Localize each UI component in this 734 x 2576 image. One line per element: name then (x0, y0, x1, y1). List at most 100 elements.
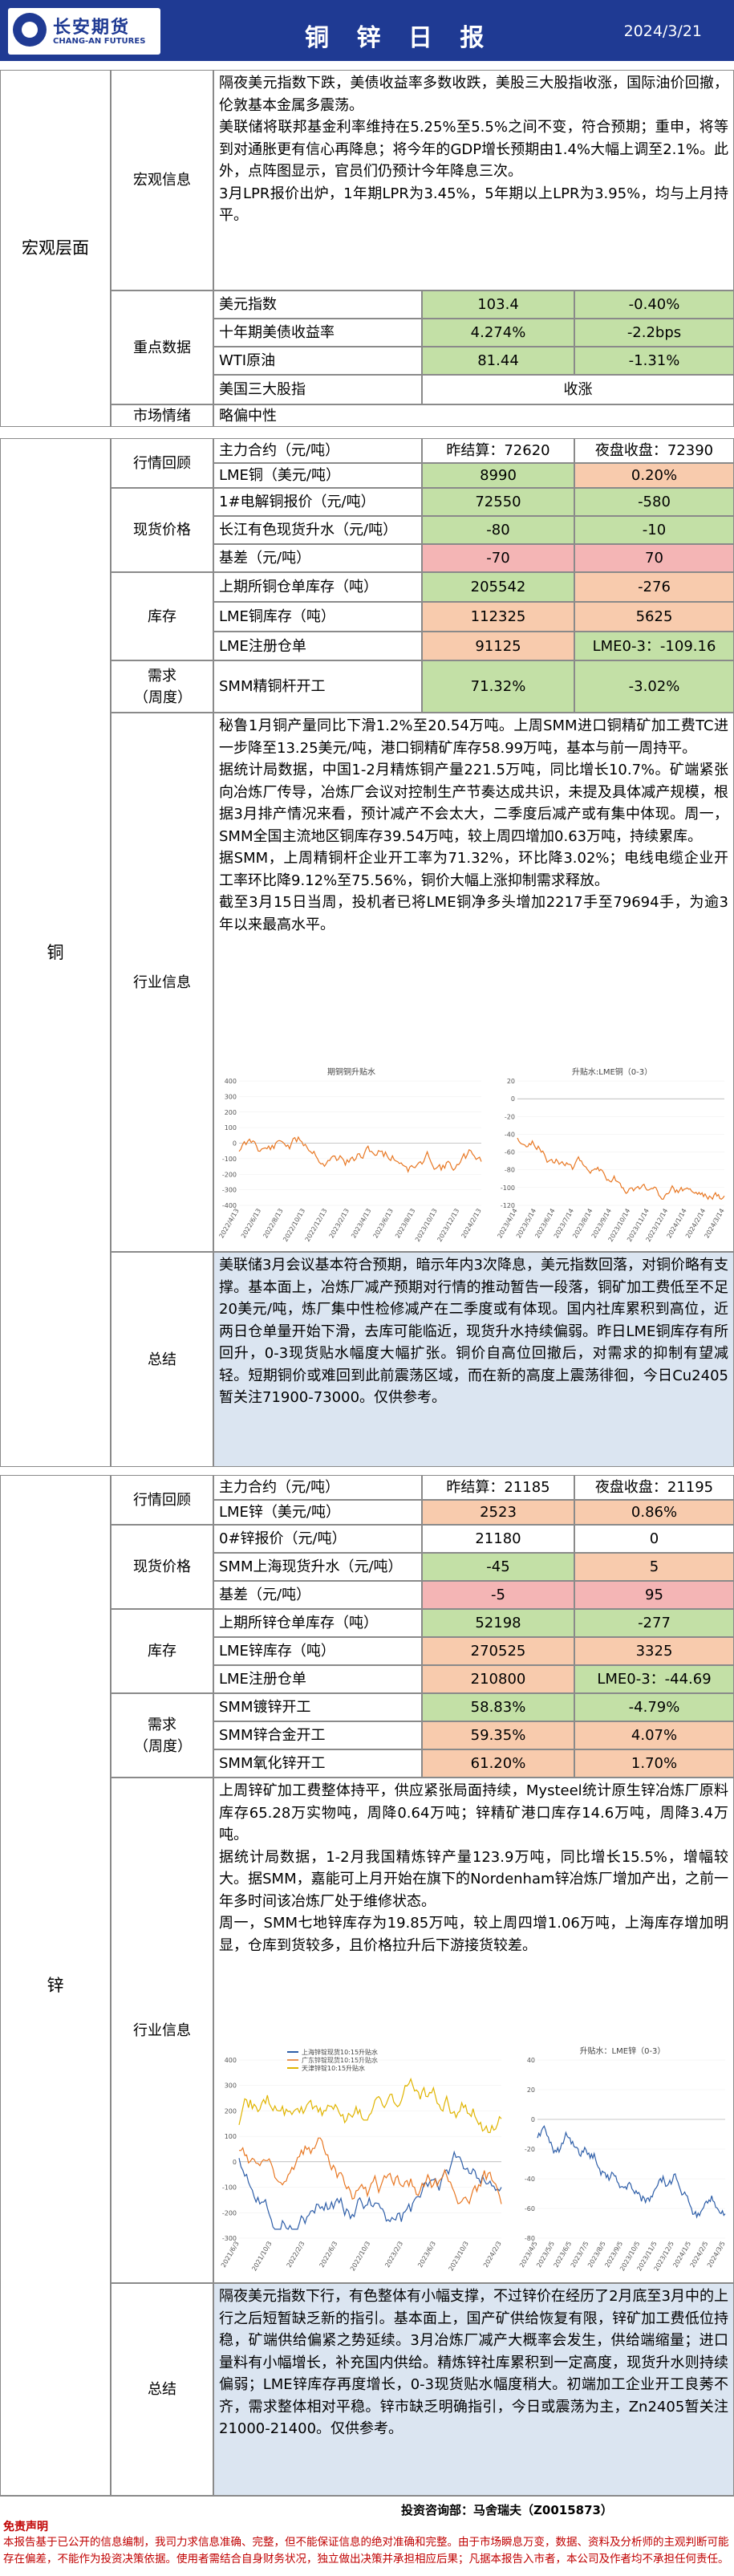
zn-demand-change: -4.79% (574, 1693, 734, 1721)
zn-spot-value: 21180 (422, 1525, 574, 1553)
y-tick-label: -40 (505, 1131, 515, 1138)
zn-spot-change: 0 (574, 1525, 734, 1553)
series-line (238, 1136, 482, 1173)
zn-inv-value: 52198 (422, 1609, 574, 1637)
zn-inv-change: -277 (574, 1609, 734, 1637)
section-copper: 铜 (0, 438, 111, 1467)
logo-name-en: CHANG-AN FUTURES (53, 37, 146, 46)
macro-row-name: 十年期美债收益率 (213, 319, 422, 347)
cu-chart-premium: 期铜铜升贴水 400 300 200 100 0 -100 -200 -300 -400 2022/… (215, 1063, 488, 1244)
logo-name-cn: 长安期货 (53, 18, 131, 38)
chart-title: 升贴水:LME铜（0-3） (572, 1067, 652, 1077)
cu-spot-value: -80 (422, 516, 574, 544)
zn-inventory-label: 库存 (111, 1609, 213, 1693)
x-tick-label: 2024/3/14 (703, 1208, 725, 1240)
macro-row-value: 4.274% (422, 319, 574, 347)
y-tick-label: 100 (225, 2133, 237, 2140)
macro-row-change: -2.2bps (574, 319, 734, 347)
chart-title: 升贴水：LME锌（0-3） (580, 2046, 666, 2056)
cu-spot-change: -580 (574, 488, 734, 516)
cu-basis-name: 基差（元/吨） (213, 544, 422, 572)
cu-lme-chart-svg: 升贴水:LME铜（0-3）200-20-40-60-80-100-1202023… (496, 1067, 725, 1243)
zn-chart-premium: 上海锌锭现货10:15升贴水 广东锌锭现货10:15升贴水 天津锌锭10:15升贴水… (215, 2042, 508, 2277)
chart-title: 期铜铜升贴水 (327, 1067, 375, 1077)
macro-info-label: 宏观信息 (111, 70, 213, 291)
cu-lme-value: 8990 (422, 463, 574, 488)
zn-demand-label: 需求（周度） (111, 1693, 213, 1778)
cu-summary-label: 总结 (111, 1252, 213, 1467)
cu-demand-change: -3.02% (574, 660, 734, 713)
x-tick-label: 2022/4/13 (217, 1208, 240, 1240)
cu-inv-name: 上期所铜仓单库存（吨） (213, 572, 422, 602)
x-tick-label: 2021/10/3 (250, 2241, 273, 2273)
zn-chart-lme: 升贴水：LME锌（0-3） 40 20 0 -20 -40 -60 -80 2023/4/5 20… (513, 2042, 732, 2277)
x-tick-label: 2022/2/3 (286, 2241, 306, 2269)
cu-demand-value: 71.32% (422, 660, 574, 713)
zn-night-close: 夜盘收盘：21195 (574, 1475, 734, 1500)
cu-summary-text: 美联储3月会议基本符合预期，暗示年内3次降息，美元指数回落，对铜价略有支撑。基本… (213, 1252, 734, 1467)
cu-demand-label-text: 需求（周度） (134, 667, 192, 706)
zn-premium-chart-svg: 上海锌锭现货10:15升贴水广东锌锭现货10:15升贴水天津锌锭10:15升贴水… (220, 2048, 503, 2273)
legend-entry: 天津锌锭10:15升贴水 (302, 2064, 365, 2072)
cu-inv-name: LME注册仓单 (213, 632, 422, 660)
cu-demand-label: 需求（周度） (111, 660, 213, 713)
macro-info-text: 隔夜美元指数下跌，美债收益率多数收跌，美股三大股指收涨，国际油价回撤，伦敦基本金… (213, 70, 734, 291)
zn-basis-value: -5 (422, 1581, 574, 1609)
y-tick-label: 300 (225, 1093, 237, 1100)
y-tick-label: -20 (525, 2146, 535, 2153)
zn-demand-label-text: 需求（周度） (134, 1716, 192, 1755)
macro-row-change: -1.31% (574, 347, 734, 375)
zn-contract: 主力合约（元/吨） (213, 1475, 422, 1500)
x-tick-label: 2023/4/13 (350, 1208, 372, 1240)
y-tick-label: -100 (501, 1184, 515, 1192)
cu-demand-name: SMM精铜杆开工 (213, 660, 422, 713)
cu-basis-change: 70 (574, 544, 734, 572)
cu-industry-label: 行业信息 (111, 713, 213, 1252)
logo-emblem-icon (13, 13, 47, 47)
zn-inv-change: 3325 (574, 1637, 734, 1665)
y-tick-label: 0 (511, 1095, 515, 1103)
cu-spot-name: 长江有色现货升水（元/吨） (213, 516, 422, 544)
y-tick-label: 200 (225, 1109, 237, 1116)
macro-row-change: -0.40% (574, 291, 734, 319)
y-tick-label: -100 (222, 1156, 237, 1163)
analyst-contact: 投资咨询部：马舍瑞夫（Z0015873） (401, 2503, 613, 2517)
x-tick-label: 2022/10/3 (349, 2241, 371, 2273)
report-date: 2024/3/21 (623, 22, 702, 40)
x-tick-label: 2023/2/3 (383, 2241, 404, 2269)
y-tick-label: -200 (222, 2209, 237, 2216)
macro-key-label: 重点数据 (111, 291, 213, 404)
footer-divider (0, 2496, 734, 2497)
zn-demand-value: 61.20% (422, 1749, 574, 1778)
zn-demand-value: 59.35% (422, 1721, 574, 1749)
zn-demand-name: SMM锌合金开工 (213, 1721, 422, 1749)
zn-spot-name: 0#锌报价（元/吨） (213, 1525, 422, 1553)
x-tick-label: 2022/10/13 (282, 1208, 306, 1243)
macro-row-name: 美国三大股指 (213, 375, 422, 404)
cu-chart-lme: 升贴水:LME铜（0-3） 20 0 -20 -40 -60 -80 -100 -120 2023… (493, 1063, 731, 1244)
macro-row-change: 收涨 (422, 375, 734, 404)
cu-inv-name: LME铜库存（吨） (213, 602, 422, 632)
zn-inv-change: LME0-3：-44.69 (574, 1665, 734, 1693)
x-tick-label: 2024/2/13 (460, 1208, 482, 1240)
cu-inv-change: 5625 (574, 602, 734, 632)
y-tick-label: -60 (525, 2205, 535, 2212)
y-tick-label: -60 (505, 1149, 515, 1156)
y-tick-label: -20 (505, 1113, 515, 1120)
section-macro: 宏观层面 (0, 70, 111, 427)
cu-inv-value: 205542 (422, 572, 574, 602)
sentiment-label: 市场情绪 (111, 404, 213, 427)
zn-lme-value: 2523 (422, 1500, 574, 1525)
zn-basis-change: 95 (574, 1581, 734, 1609)
cu-inv-value: 91125 (422, 632, 574, 660)
y-tick-label: 40 (527, 2057, 535, 2064)
zn-review-label: 行情回顾 (111, 1475, 213, 1525)
y-tick-label: 400 (225, 1078, 237, 1085)
x-tick-label: 2023/12/13 (436, 1208, 460, 1243)
cu-inventory-label: 库存 (111, 572, 213, 660)
cu-spot-label: 现货价格 (111, 488, 213, 572)
cu-lme-change: 0.20% (574, 463, 734, 488)
cu-spot-name: 1#电解铜报价（元/吨） (213, 488, 422, 516)
y-tick-label: 20 (507, 1078, 515, 1085)
x-tick-label: 2023/10/13 (414, 1208, 439, 1243)
